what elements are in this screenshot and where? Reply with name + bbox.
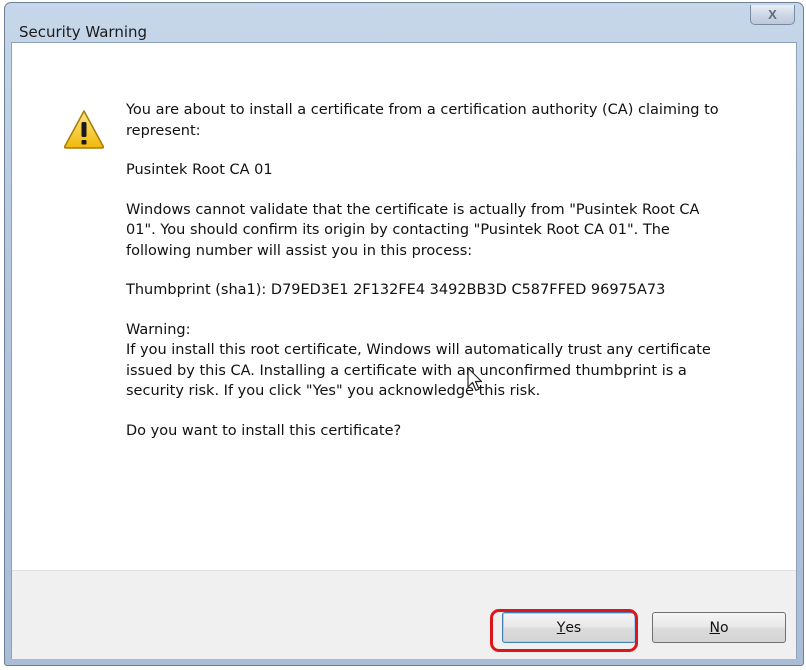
ca-name: Pusintek Root CA 01 — [126, 162, 273, 178]
security-warning-dialog: Security Warning X You are about to inst… — [4, 2, 804, 666]
thumbprint-text: Thumbprint (sha1): D79ED3E1 2F132FE4 349… — [126, 282, 666, 298]
close-button[interactable]: X — [750, 5, 795, 25]
install-question: Do you want to install this certificate? — [126, 422, 402, 439]
mouse-cursor-icon — [467, 367, 483, 392]
dialog-title: Security Warning — [19, 23, 148, 41]
message-area: You are about to install a certificate f… — [12, 43, 796, 570]
no-button[interactable]: No — [652, 612, 786, 643]
no-label-rest: o — [719, 619, 729, 636]
yes-label-rest: es — [565, 619, 582, 636]
message-text: You are about to install a certificate f… — [126, 100, 726, 441]
warning-icon — [63, 110, 105, 149]
warning-body: If you install this root certificate, Wi… — [126, 342, 711, 399]
yes-button[interactable]: Yes — [502, 612, 636, 643]
warning-heading: Warning: — [126, 321, 191, 338]
yes-mnemonic: Y — [556, 619, 566, 636]
validation-text: Windows cannot validate that the certifi… — [126, 201, 700, 259]
close-icon: X — [768, 7, 777, 22]
button-bar: Yes No — [12, 570, 796, 659]
no-mnemonic: N — [709, 619, 720, 636]
dialog-client-area: You are about to install a certificate f… — [11, 42, 797, 659]
intro-text: You are about to install a certificate f… — [126, 102, 719, 139]
